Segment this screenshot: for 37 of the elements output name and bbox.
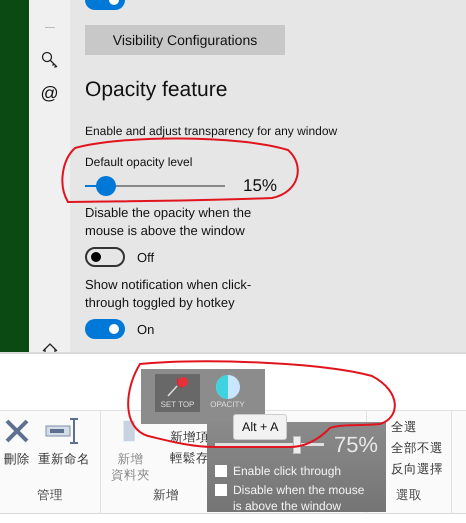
close-icon [4, 417, 30, 445]
hotkey-tooltip: Alt + A [233, 414, 288, 440]
toolbar-button[interactable]: SET TOP [155, 374, 200, 412]
slider-label: Default opacity level [85, 154, 192, 170]
visibility-configurations-button[interactable]: Visibility Configurations [85, 25, 285, 55]
slider-reading: 15% [243, 176, 278, 196]
half-circle-icon [214, 374, 240, 400]
at-icon[interactable]: @ [40, 83, 59, 103]
toggle-state: Off [137, 250, 154, 264]
group-label: 管理 [37, 487, 63, 504]
checkbox[interactable] [215, 484, 227, 496]
checkbox[interactable] [215, 465, 227, 477]
command-label: 重新命名 [38, 451, 90, 467]
home-icon[interactable] [40, 342, 58, 352]
command-item[interactable]: 反向選擇 [391, 461, 443, 478]
toggle-label: Show notification when click-through toggled by hotkey [85, 276, 252, 312]
command-label: 新增 資料夾 [111, 451, 150, 483]
checkbox-label: Disable when the mouse is above the window [233, 482, 366, 514]
toggle-label: Disable the opacity when the mouse is above the window [85, 204, 252, 240]
toggle-state: On [137, 322, 154, 336]
rename-command[interactable]: 重新命名 [34, 417, 94, 487]
checkbox-label: Enable click through [233, 463, 342, 479]
slider-thumb[interactable] [96, 176, 116, 196]
section-heading: Opacity feature [85, 77, 228, 103]
opacity-slider[interactable] [85, 176, 225, 196]
key-icon[interactable] [40, 51, 58, 69]
command-item[interactable]: 全部不選 [391, 440, 443, 457]
group-label: 選取 [396, 487, 422, 504]
command-label: 刪除 [4, 451, 30, 467]
delete-command[interactable]: 刪除 [0, 417, 34, 487]
group-label: 新增 [153, 487, 179, 504]
command-item[interactable]: 全選 [391, 419, 443, 436]
toggle-switch[interactable] [85, 247, 125, 267]
opacity-reading: 75% [334, 432, 378, 458]
description-text: Enable and adjust transparency for any window [85, 123, 338, 139]
command-item[interactable]: 輕鬆存 [170, 450, 209, 467]
toggle-switch[interactable] [85, 319, 125, 339]
